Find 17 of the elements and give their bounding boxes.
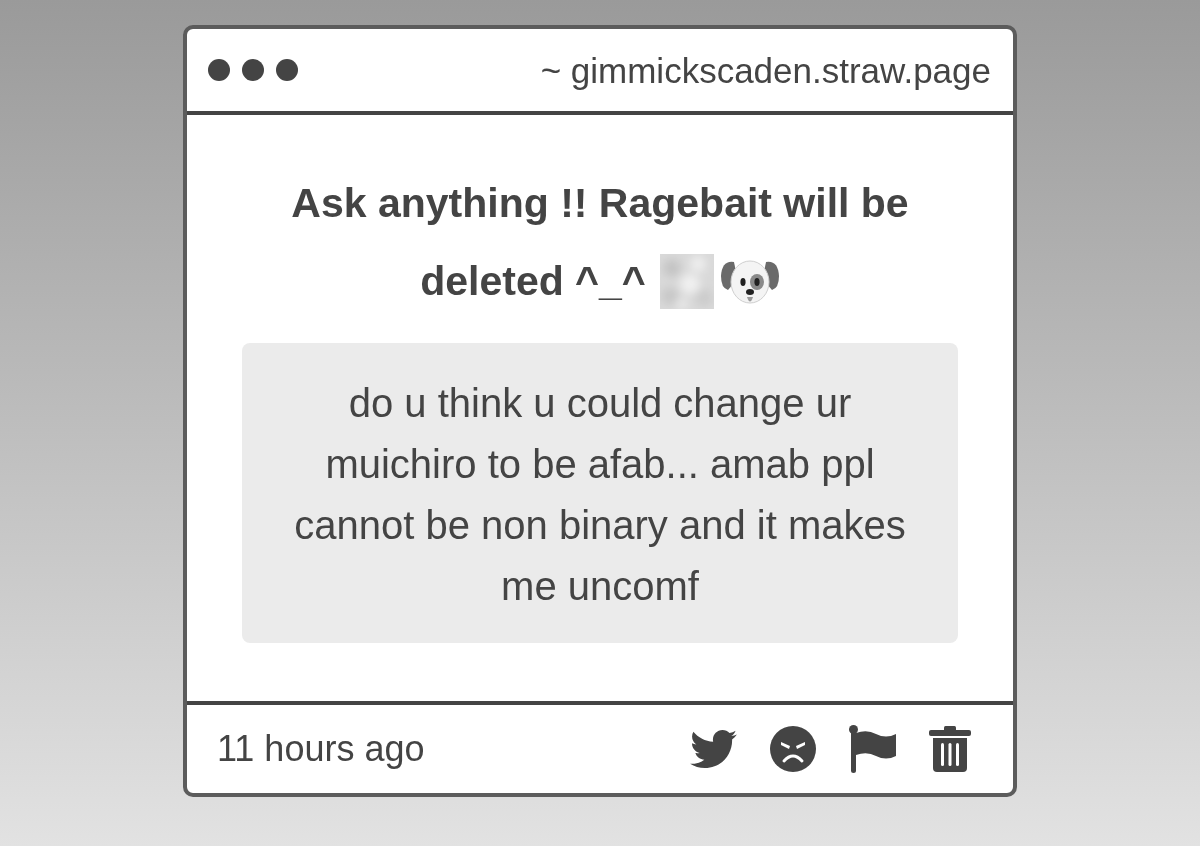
window-dot-icon	[276, 59, 298, 81]
window-dot-icon	[242, 59, 264, 81]
page-address: ~ gimmickscaden.straw.page	[540, 52, 991, 88]
page-title: deleted ^_^	[420, 260, 646, 302]
share-button[interactable]	[690, 730, 737, 768]
trash-icon	[929, 726, 971, 772]
question-text: do u think u could change ur muichiro to be afab... amab ppl cannot be non binary and it makes me uncomf	[293, 380, 907, 610]
page-title: Ask anything !! Ragebait will be	[291, 182, 909, 224]
blurred-tile-icon	[659, 253, 714, 309]
flag-icon	[849, 725, 896, 773]
angry-reaction-button[interactable]	[770, 726, 816, 772]
report-button[interactable]	[849, 725, 896, 773]
window-dot-icon	[208, 59, 230, 81]
delete-button[interactable]	[929, 726, 971, 772]
timestamp: 11 hours ago	[217, 731, 425, 767]
angry-face-icon	[770, 726, 816, 772]
bird-icon	[690, 730, 737, 768]
